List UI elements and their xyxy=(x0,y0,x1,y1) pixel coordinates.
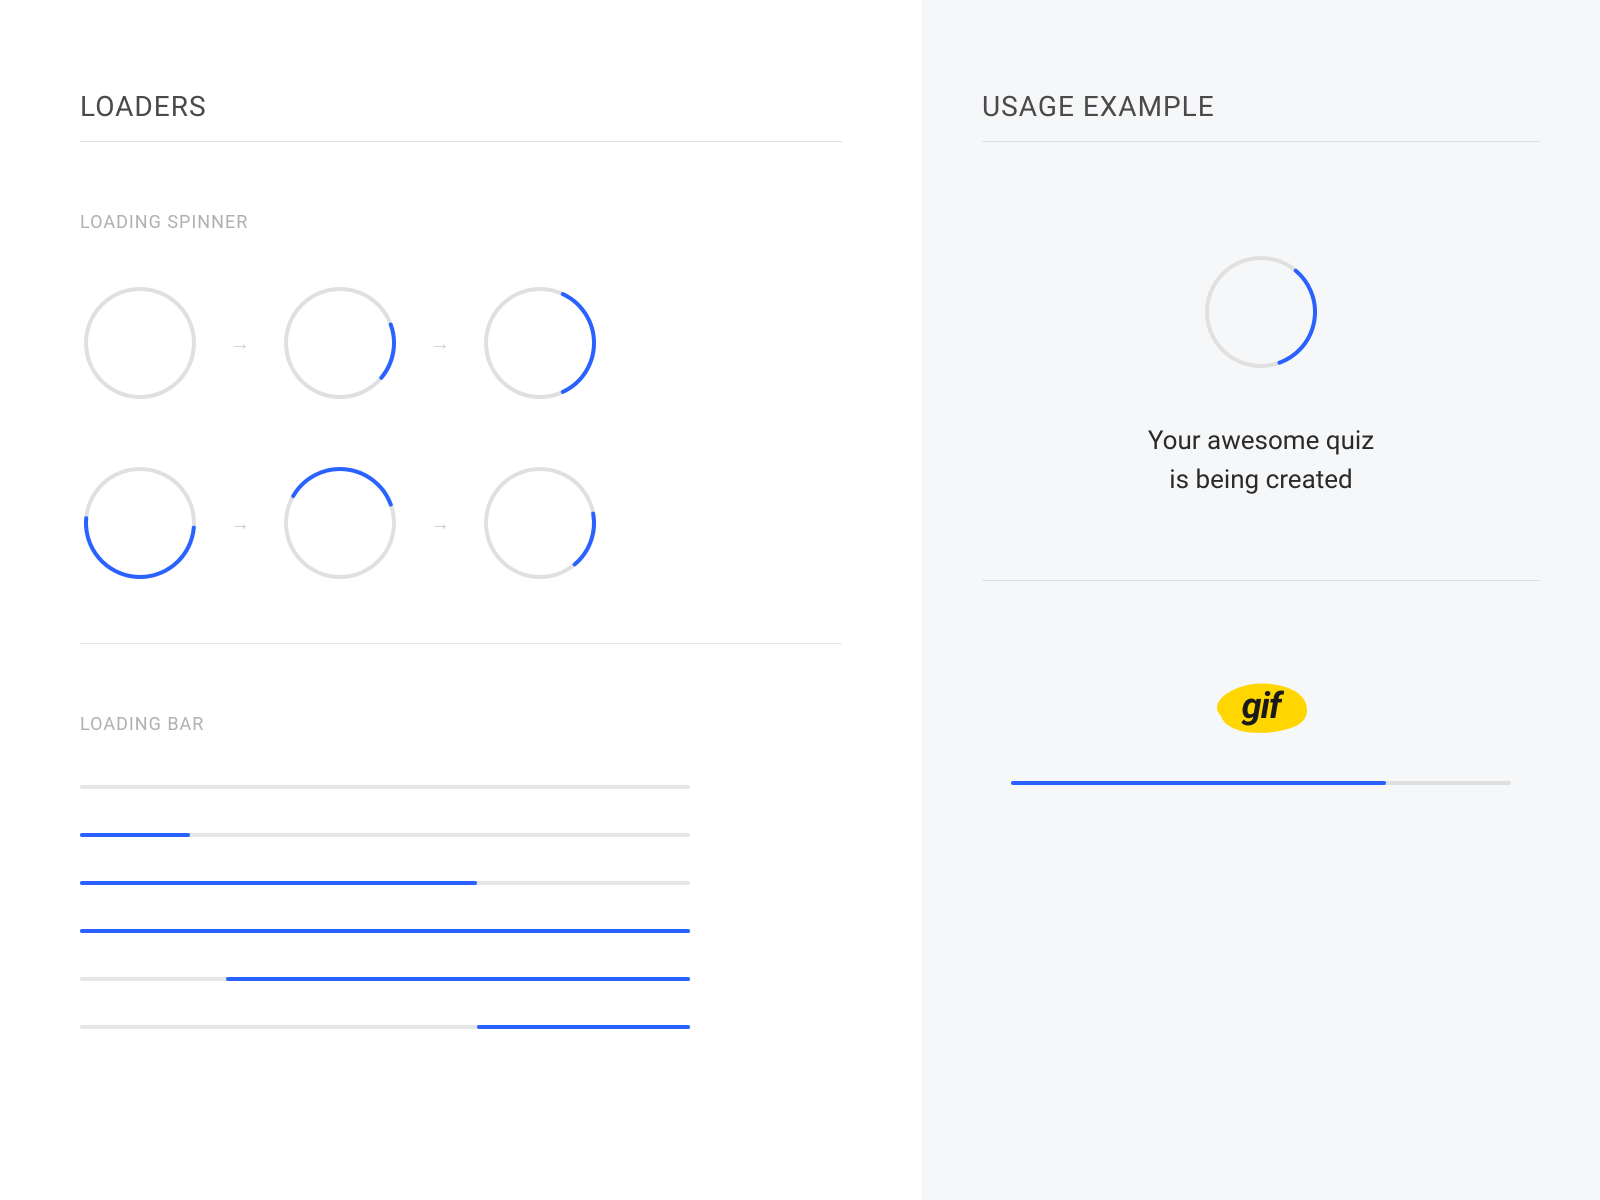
gif-example-block: gif xyxy=(982,671,1540,785)
loading-bars-container xyxy=(80,785,842,1029)
spinner-4 xyxy=(280,463,400,583)
example-message-line2: is being created xyxy=(1169,465,1352,495)
loading-bar xyxy=(80,929,690,933)
loading-bar xyxy=(80,977,690,981)
gif-icon: gif xyxy=(1206,671,1316,741)
loading-bar xyxy=(80,833,690,837)
loading-bar xyxy=(80,785,690,789)
spinner-row-1: → → xyxy=(80,283,842,403)
loaders-panel: LOADERS LOADING SPINNER → → → → LOADING … xyxy=(0,0,922,1200)
arrow-right-icon: → xyxy=(230,511,250,536)
loading-bar xyxy=(80,1025,690,1029)
usage-title: USAGE EXAMPLE xyxy=(982,90,1540,123)
usage-example-panel: USAGE EXAMPLE Your awesome quiz is being… xyxy=(922,0,1600,1200)
arrow-right-icon: → xyxy=(230,331,250,356)
spinner-5 xyxy=(480,463,600,583)
section-divider xyxy=(80,643,842,644)
title-divider xyxy=(982,141,1540,142)
spinner-2 xyxy=(480,283,600,403)
loaders-title: LOADERS xyxy=(80,90,842,123)
example-divider xyxy=(982,580,1540,581)
gif-label: gif xyxy=(1242,685,1281,727)
example-message: Your awesome quiz is being created xyxy=(1148,422,1374,500)
bar-subtitle: LOADING BAR xyxy=(80,714,842,735)
spinner-row-2: → → xyxy=(80,463,842,583)
example-spinner xyxy=(1201,252,1321,372)
loading-bar xyxy=(80,881,690,885)
example-spinner-block: Your awesome quiz is being created xyxy=(982,252,1540,500)
title-divider xyxy=(80,141,842,142)
arrow-right-icon: → xyxy=(430,511,450,536)
spinner-3 xyxy=(80,463,200,583)
spinner-0 xyxy=(80,283,200,403)
example-message-line1: Your awesome quiz xyxy=(1148,426,1374,456)
gif-progress-bar xyxy=(1011,781,1511,785)
spinner-subtitle: LOADING SPINNER xyxy=(80,212,842,233)
arrow-right-icon: → xyxy=(430,331,450,356)
gif-progress-fill xyxy=(1011,781,1386,785)
spinner-1 xyxy=(280,283,400,403)
